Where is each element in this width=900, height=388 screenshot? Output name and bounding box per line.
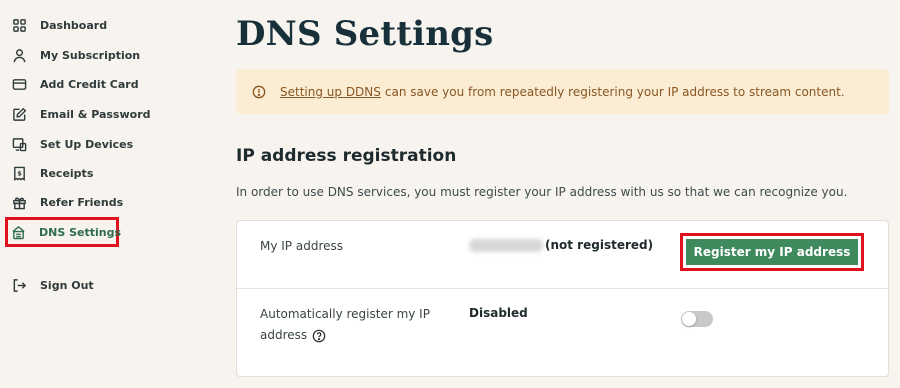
sign-out-link[interactable]: Sign Out bbox=[8, 272, 94, 298]
auto-register-label-text: Automatically register my IP address bbox=[260, 307, 430, 342]
auto-register-label: Automatically register my IP address bbox=[260, 304, 440, 346]
register-ip-button[interactable]: Register my IP address bbox=[686, 239, 858, 265]
sidebar-item-label: Add Credit Card bbox=[40, 77, 139, 91]
devices-icon bbox=[11, 136, 27, 152]
sidebar-item-email-password[interactable]: Email & Password bbox=[8, 101, 151, 127]
user-icon bbox=[11, 47, 27, 63]
ip-status: (not registered) bbox=[545, 238, 654, 252]
section-title: IP address registration bbox=[236, 146, 457, 166]
dashboard-icon bbox=[11, 17, 27, 33]
gift-icon bbox=[11, 194, 27, 210]
ip-settings-card: My IP address (not registered) Register … bbox=[236, 220, 889, 377]
sidebar-item-receipts[interactable]: $ Receipts bbox=[8, 160, 93, 186]
auto-register-toggle[interactable] bbox=[681, 311, 713, 327]
sidebar-item-label: My Subscription bbox=[40, 48, 141, 62]
dns-icon bbox=[11, 224, 26, 240]
sidebar-item-set-up-devices[interactable]: Set Up Devices bbox=[8, 131, 133, 157]
sidebar: Dashboard My Subscription Add Credit Car… bbox=[0, 0, 205, 388]
sidebar-item-add-credit-card[interactable]: Add Credit Card bbox=[8, 71, 139, 97]
sidebar-item-dashboard[interactable]: Dashboard bbox=[8, 12, 107, 38]
sign-out-icon bbox=[11, 277, 27, 293]
sidebar-item-label: Dashboard bbox=[40, 18, 108, 32]
sidebar-item-refer-friends[interactable]: Refer Friends bbox=[8, 189, 123, 215]
register-button-highlight: Register my IP address bbox=[680, 233, 864, 271]
sidebar-item-label: Set Up Devices bbox=[40, 137, 134, 151]
sidebar-item-label: DNS Settings bbox=[39, 225, 122, 239]
svg-text:$: $ bbox=[17, 169, 22, 177]
ip-address-label: My IP address bbox=[260, 239, 344, 253]
sidebar-item-label: Receipts bbox=[40, 166, 94, 180]
sidebar-item-label: Email & Password bbox=[40, 107, 151, 121]
edit-icon bbox=[11, 106, 27, 122]
credit-card-icon bbox=[11, 76, 27, 92]
ip-address-value-blurred bbox=[469, 239, 543, 252]
sidebar-item-dns-settings[interactable]: DNS Settings bbox=[5, 217, 122, 247]
help-icon[interactable] bbox=[312, 329, 326, 343]
warning-icon bbox=[252, 85, 266, 99]
auto-register-status: Disabled bbox=[469, 306, 528, 320]
sidebar-item-label: Refer Friends bbox=[40, 195, 124, 209]
setting-up-ddns-link[interactable]: Setting up DDNS bbox=[280, 85, 381, 99]
ddns-alert: Setting up DDNS can save you from repeat… bbox=[236, 69, 889, 114]
ip-address-row: My IP address (not registered) Register … bbox=[237, 221, 888, 289]
toggle-knob bbox=[682, 312, 696, 326]
section-description: In order to use DNS services, you must r… bbox=[236, 185, 848, 199]
sidebar-item-label: Sign Out bbox=[40, 278, 94, 292]
page-title: DNS Settings bbox=[236, 14, 494, 54]
sidebar-item-my-subscription[interactable]: My Subscription bbox=[8, 42, 140, 68]
alert-text: can save you from repeatedly registering… bbox=[384, 84, 845, 99]
auto-register-row: Automatically register my IP address Dis… bbox=[237, 289, 888, 377]
receipt-icon: $ bbox=[11, 165, 27, 181]
